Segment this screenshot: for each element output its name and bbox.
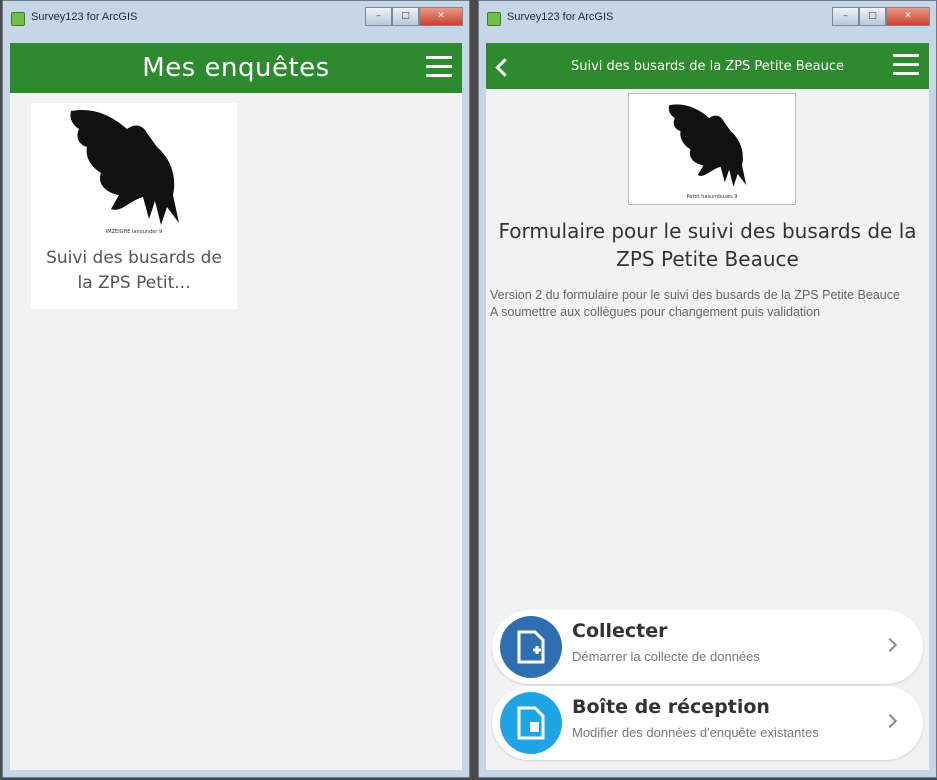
harrier-silhouette-icon: [70, 109, 179, 225]
hamburger-menu-icon[interactable]: [893, 54, 919, 76]
image-caption: Pattit hasumbuses 9: [686, 194, 738, 200]
collect-subtitle: Démarrer la collecte de données: [572, 649, 760, 664]
survey-detail-window: Survey123 for ArcGIS – □ ✕ Suivi des bus…: [478, 0, 937, 778]
hamburger-menu-icon[interactable]: [426, 56, 452, 78]
survey-description: Version 2 du formulaire pour le suivi de…: [490, 288, 900, 319]
app-content: Mes enquêtes IMZEIGHE lanounder 9 Suivi …: [10, 43, 462, 770]
inbox-title: Boîte de réception: [572, 696, 770, 718]
inbox-document-icon: [500, 692, 562, 754]
survey-thumbnail: Pattit hasumbuses 9: [628, 93, 796, 205]
close-button[interactable]: ✕: [886, 7, 930, 26]
inbox-button[interactable]: Boîte de réception Modifier des données …: [492, 686, 923, 760]
collect-title: Collecter: [572, 620, 668, 642]
window-title: Survey123 for ArcGIS: [507, 11, 614, 23]
inbox-subtitle: Modifier des données d'enquête existante…: [572, 725, 819, 740]
minimize-button[interactable]: –: [832, 7, 859, 26]
chevron-right-icon: [882, 637, 898, 653]
survey-title: Formulaire pour le suivi des busards de …: [498, 219, 917, 271]
survey-card[interactable]: IMZEIGHE lanounder 9 Suivi des busards d…: [31, 103, 237, 309]
image-caption: IMZEIGHE lanounder 9: [105, 229, 163, 235]
window-titlebar[interactable]: Survey123 for ArcGIS – □ ✕: [3, 1, 469, 35]
close-button[interactable]: ✕: [419, 7, 463, 26]
app-content: Suivi des busards de la ZPS Petite Beauc…: [486, 43, 929, 770]
maximize-button[interactable]: □: [392, 7, 419, 26]
survey-list-window: Survey123 for ArcGIS – □ ✕ Mes enquêtes …: [2, 0, 470, 778]
chevron-right-icon: [882, 713, 898, 729]
back-arrow-icon[interactable]: [495, 58, 514, 77]
app-header: Suivi des busards de la ZPS Petite Beauc…: [486, 43, 929, 89]
window-title: Survey123 for ArcGIS: [31, 11, 138, 23]
page-title: Suivi des busards de la ZPS Petite Beauc…: [571, 59, 844, 74]
survey123-app-icon: [487, 12, 501, 26]
survey123-app-icon: [11, 12, 25, 26]
harrier-silhouette-icon: [668, 104, 747, 187]
window-titlebar[interactable]: Survey123 for ArcGIS – □ ✕: [479, 1, 936, 35]
app-header: Mes enquêtes: [10, 43, 462, 93]
survey-card-title: Suivi des busards de la ZPS Petit...: [46, 248, 222, 293]
survey-thumbnail: IMZEIGHE lanounder 9: [31, 103, 237, 235]
page-title: Mes enquêtes: [142, 53, 330, 83]
maximize-button[interactable]: □: [859, 7, 886, 26]
collect-button[interactable]: Collecter Démarrer la collecte de donnée…: [492, 610, 923, 684]
minimize-button[interactable]: –: [365, 7, 392, 26]
add-document-icon: [500, 616, 562, 678]
